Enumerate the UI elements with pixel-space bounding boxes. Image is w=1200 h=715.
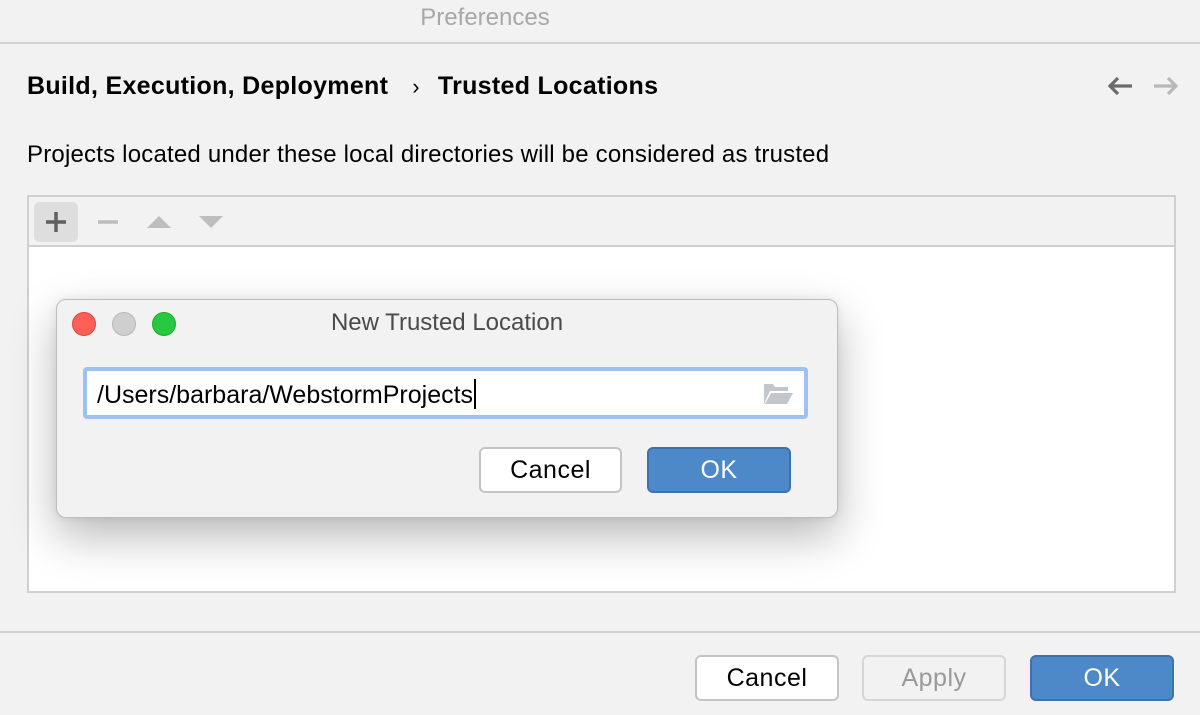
window-titlebar: Preferences [0,0,1200,44]
list-toolbar [29,197,1174,247]
move-up-button[interactable] [137,202,181,242]
apply-button[interactable]: Apply [862,655,1006,701]
breadcrumb-parent[interactable]: Build, Execution, Deployment [27,72,388,101]
history-navigation [1106,74,1180,98]
browse-folder-button[interactable] [762,382,794,411]
window-title: Preferences [420,4,550,31]
back-button[interactable] [1106,74,1134,98]
breadcrumb: Build, Execution, Deployment › Trusted L… [27,72,658,101]
ok-button[interactable]: OK [1030,655,1174,701]
add-location-button[interactable] [34,202,78,242]
triangle-down-icon [199,216,223,228]
folder-open-icon [764,384,793,404]
dialog-cancel-button[interactable]: Cancel [479,447,622,493]
arrow-left-icon [1107,76,1132,96]
dialog-ok-button[interactable]: OK [647,447,791,493]
description-text: Projects located under these local direc… [27,141,830,168]
text-caret [474,379,477,409]
minus-icon [98,220,118,224]
dialog-title: New Trusted Location [330,309,564,336]
location-path-value[interactable]: /Users/barbara/WebstormProjects [97,381,473,409]
footer-divider [0,631,1200,633]
new-trusted-location-dialog: New Trusted Location /Users/barbara/Webs… [56,299,838,518]
cancel-button[interactable]: Cancel [695,655,839,701]
forward-button[interactable] [1152,74,1180,98]
arrow-right-icon [1154,76,1179,96]
location-path-input[interactable]: /Users/barbara/WebstormProjects [83,367,808,419]
remove-location-button[interactable] [86,202,130,242]
move-down-button[interactable] [189,202,233,242]
breadcrumb-current: Trusted Locations [437,72,659,100]
triangle-up-icon [147,216,171,228]
plus-icon [46,212,66,232]
breadcrumb-separator: › [412,73,420,99]
